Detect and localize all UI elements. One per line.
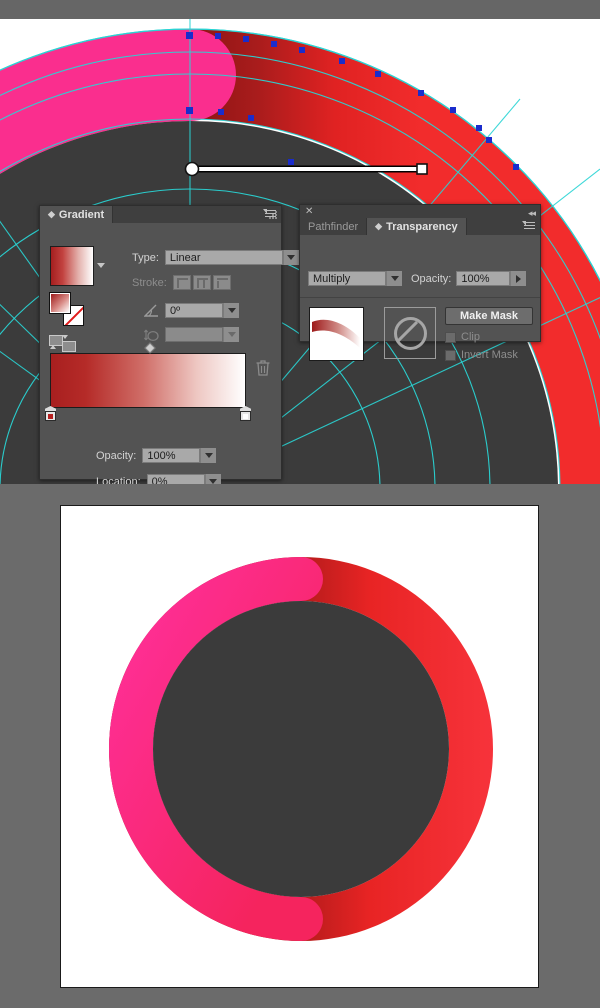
clip-checkbox-row[interactable]: Clip (445, 331, 480, 343)
blend-mode-dropdown-arrow[interactable] (386, 271, 402, 286)
trash-icon[interactable] (256, 359, 270, 377)
tab-gradient[interactable]: ◆ Gradient (40, 206, 114, 223)
ring-graphic (61, 506, 538, 987)
clip-label: Clip (461, 331, 480, 343)
dark-disc (153, 601, 449, 897)
invert-mask-label: Invert Mask (461, 349, 518, 361)
illustrator-window: ◆ Gradient Type: Linear Stroke: 0º Opaci… (0, 0, 600, 1008)
gradient-stop-start[interactable] (45, 406, 56, 421)
gradient-type-value: Linear (169, 251, 201, 264)
gradient-stroke-row: Stroke: (132, 275, 233, 290)
stroke-across-icon[interactable] (212, 275, 231, 290)
panel-resize-grip[interactable] (269, 211, 278, 220)
gradient-angle-dropdown-arrow[interactable] (223, 303, 239, 318)
panel-grip-icon: ◆ (375, 221, 383, 231)
gradient-angle-input[interactable]: 0º (165, 303, 223, 318)
tab-pathfinder-label: Pathfinder (308, 220, 359, 233)
panel-grip-icon: ◆ (48, 209, 55, 219)
gradient-angle-value: 0º (170, 304, 181, 317)
gradient-type-dropdown-arrow[interactable] (282, 250, 299, 265)
tab-transparency[interactable]: ◆ Transparency (367, 218, 467, 235)
gradient-ramp[interactable] (50, 353, 246, 408)
gradient-opacity-input[interactable]: 100% (142, 448, 201, 463)
blend-mode-select[interactable]: Multiply (308, 271, 386, 286)
stroke-along-icon[interactable] (192, 275, 211, 290)
artboard-preview (60, 505, 539, 988)
invert-mask-checkbox[interactable] (445, 349, 456, 361)
gradient-midpoint-marker[interactable] (144, 342, 156, 354)
gradient-stop-end[interactable] (240, 406, 251, 421)
gradient-type-row: Type: Linear (132, 250, 299, 265)
stroke-within-icon[interactable] (172, 275, 191, 290)
fill-stroke-swatches[interactable] (49, 292, 85, 326)
gradient-panel[interactable]: ◆ Gradient Type: Linear Stroke: 0º Opaci… (39, 205, 299, 489)
gradient-fill-stroke-toggle-icon[interactable] (49, 335, 76, 352)
gradient-opacity-row: Opacity: 100% (96, 448, 217, 463)
transparency-panel-tabbar: Pathfinder ◆ Transparency (300, 218, 540, 235)
panel-menu-icon[interactable] (522, 221, 536, 232)
tab-gradient-label: Gradient (58, 208, 105, 221)
gradient-angle-row: 0º (143, 303, 239, 318)
object-thumbnail[interactable] (309, 307, 364, 361)
gradient-opacity-dropdown-arrow[interactable] (200, 448, 217, 463)
transparency-controls-row: Multiply Opacity: 100% (308, 271, 527, 286)
panel-divider (300, 297, 540, 298)
invert-mask-checkbox-row[interactable]: Invert Mask (445, 349, 518, 361)
no-mask-icon[interactable] (384, 307, 436, 359)
tabbar-filler (113, 206, 281, 223)
transparency-opacity-label: Opacity: (411, 272, 452, 285)
stroke-label: Stroke: (132, 276, 167, 289)
type-label: Type: (132, 251, 159, 264)
make-mask-button[interactable]: Make Mask (445, 307, 533, 325)
gradient-opacity-label: Opacity: (96, 449, 137, 462)
aspect-ratio-icon (143, 328, 160, 342)
chevron-down-icon[interactable] (97, 263, 105, 268)
angle-icon (143, 304, 160, 317)
blend-mode-value: Multiply (313, 272, 351, 285)
artboard-preview-area (0, 484, 600, 1008)
transparency-panel-titlebar[interactable]: ✕ ◂◂ (300, 205, 540, 218)
clip-checkbox[interactable] (445, 331, 456, 343)
gradient-type-select[interactable]: Linear (164, 250, 283, 265)
transparency-panel[interactable]: ✕ ◂◂ Pathfinder ◆ Transparency Multiply (299, 204, 541, 361)
tab-pathfinder[interactable]: Pathfinder (300, 218, 368, 235)
transparency-opacity-input[interactable]: 100% (456, 271, 511, 286)
window-top-bar (0, 0, 600, 20)
gradient-aspect-input[interactable] (165, 327, 223, 342)
gradient-opacity-value: 100% (147, 449, 176, 462)
gradient-slider[interactable] (45, 342, 251, 421)
transparency-opacity-value: 100% (461, 272, 490, 285)
gradient-panel-tabbar: ◆ Gradient (40, 206, 281, 223)
tab-transparency-label: Transparency (386, 220, 458, 233)
gradient-swatch[interactable] (50, 246, 94, 286)
fill-swatch[interactable] (49, 292, 71, 314)
transparency-opacity-stepper[interactable] (510, 271, 527, 286)
close-icon[interactable]: ✕ (305, 207, 314, 217)
gradient-aspect-row (143, 327, 239, 342)
gradient-aspect-dropdown-arrow[interactable] (223, 327, 239, 342)
